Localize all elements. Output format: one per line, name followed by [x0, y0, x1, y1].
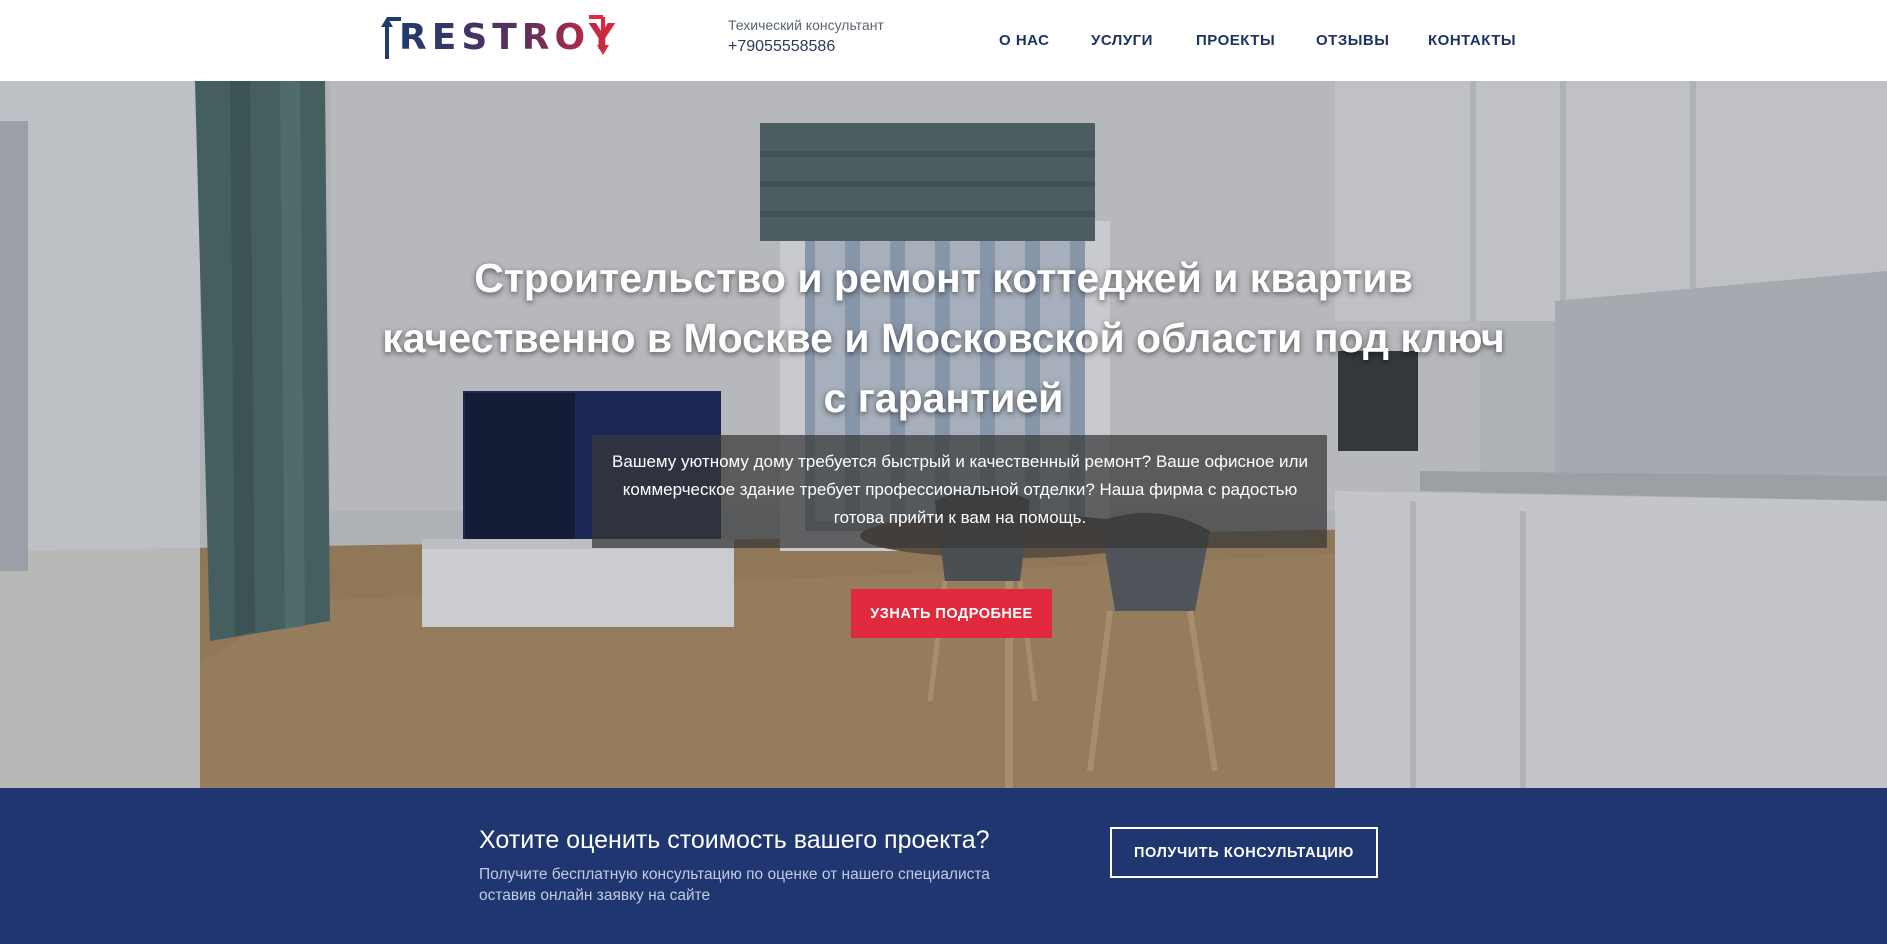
nav-reviews[interactable]: ОТЗЫВЫ [1316, 32, 1389, 49]
contact-phone-link[interactable]: +79055558586 [728, 36, 884, 58]
header-contact: Техический консультант +79055558586 [728, 16, 884, 58]
nav-services[interactable]: УСЛУГИ [1091, 32, 1153, 49]
site-header: RESTROY Техический консультант +79055558… [0, 0, 1887, 81]
nav-projects[interactable]: ПРОЕКТЫ [1196, 32, 1275, 49]
consultation-title: Хотите оценить стоимость вашего проекта? [479, 826, 990, 854]
get-consultation-button[interactable]: ПОЛУЧИТЬ КОНСУЛЬТАЦИЮ [1110, 827, 1378, 878]
nav-contacts[interactable]: КОНТАКТЫ [1428, 32, 1516, 49]
hero-description: Вашему уютному дому требуется быстрый и … [612, 452, 1308, 527]
hero-section: Строительство и ремонт коттеджей и кварт… [0, 81, 1887, 788]
consultation-subtitle: Получите бесплатную консультацию по оцен… [479, 866, 990, 904]
learn-more-button[interactable]: УЗНАТЬ ПОДРОБНЕЕ [851, 589, 1052, 638]
nav-about[interactable]: О НАС [999, 32, 1049, 49]
logo-text[interactable]: RESTROY [399, 18, 620, 58]
contact-role: Техический консультант [728, 17, 884, 33]
hero-title: Строительство и ремонт коттеджей и кварт… [382, 255, 1505, 421]
